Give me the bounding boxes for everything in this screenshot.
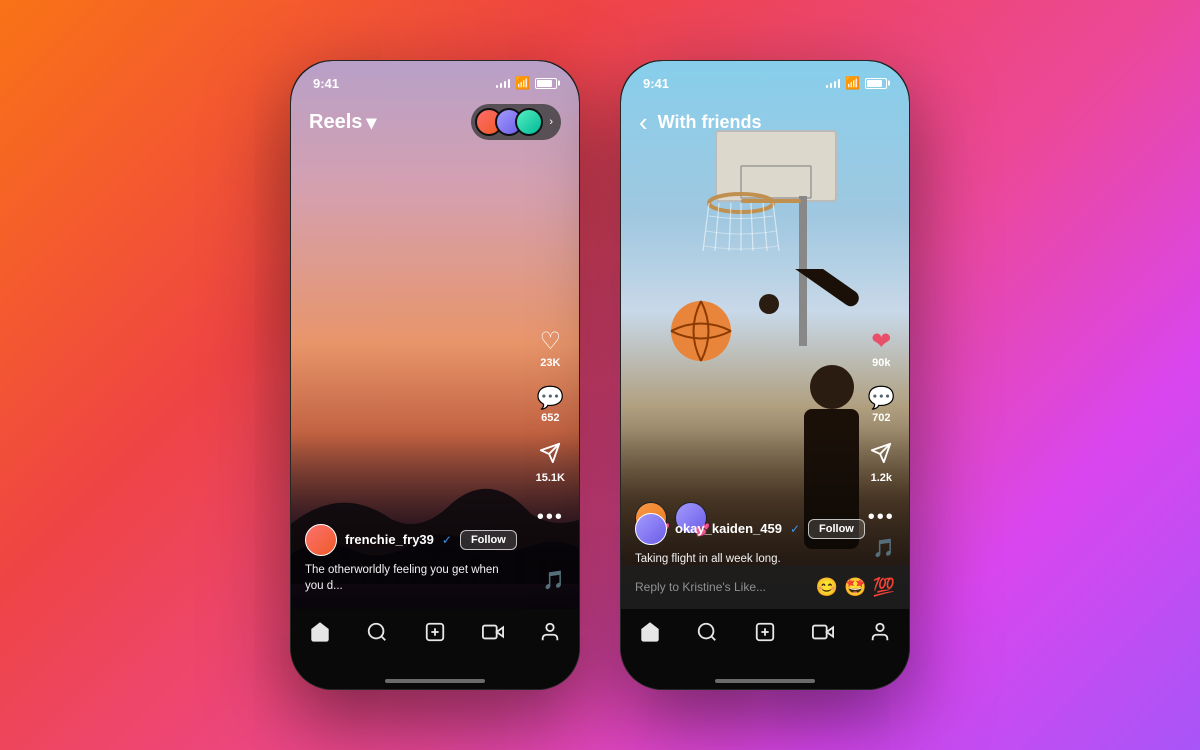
- verified-badge-1: ✓: [442, 533, 452, 547]
- share-action-2[interactable]: 1.2k: [870, 442, 892, 484]
- comment-count-1: 652: [541, 412, 559, 424]
- bottom-nav-1: [291, 609, 579, 689]
- more-dots-icon-2: •••: [868, 506, 895, 529]
- status-time-1: 9:41: [313, 76, 339, 91]
- share-count-2: 1.2k: [871, 472, 892, 484]
- nav-profile-1[interactable]: [539, 621, 561, 643]
- more-action-1[interactable]: •••: [537, 502, 564, 529]
- caption-1: The otherworldly feeling you get when yo…: [305, 562, 519, 594]
- comment-icon-2: 💬: [868, 387, 895, 409]
- follow-button-2[interactable]: Follow: [808, 519, 865, 539]
- username-2[interactable]: okay_kaiden_459: [675, 521, 782, 536]
- back-button[interactable]: ‹: [639, 107, 648, 138]
- like-action-1[interactable]: ♡ 23K: [540, 330, 562, 369]
- like-action-2[interactable]: ❤ 90k: [871, 330, 891, 369]
- top-nav-1: Reels ▾ ›: [291, 97, 579, 147]
- like-count-2: 90k: [872, 357, 890, 369]
- status-bar-2: 9:41 📶: [621, 61, 909, 97]
- heart-icon-2: ❤: [871, 330, 891, 354]
- share-action-1[interactable]: 15.1K: [536, 442, 565, 484]
- phone-2: 9:41 📶 ‹ With friends: [620, 60, 910, 690]
- reels-title[interactable]: Reels ▾: [309, 110, 376, 135]
- share-icon-2: [870, 442, 892, 469]
- nav-reels-1[interactable]: [482, 621, 504, 643]
- music-icon-2: 🎵: [873, 538, 895, 559]
- username-1[interactable]: frenchie_fry39: [345, 532, 434, 547]
- signal-icon-2: [826, 78, 841, 88]
- bottom-info-1: frenchie_fry39 ✓ Follow The otherworldly…: [305, 524, 519, 594]
- user-avatar-1: [305, 524, 337, 556]
- comment-action-1[interactable]: 💬 652: [537, 387, 564, 424]
- share-icon-1: [539, 442, 561, 469]
- follow-button-1[interactable]: Follow: [460, 530, 517, 550]
- reels-chevron-icon: ▾: [366, 110, 376, 135]
- nav-home-1[interactable]: [309, 621, 331, 643]
- nav-home-2[interactable]: [639, 621, 661, 643]
- status-icons-1: 📶: [496, 76, 557, 90]
- friend-group-chevron-icon: ›: [549, 116, 553, 128]
- nav-search-2[interactable]: [696, 621, 718, 643]
- phone-1: 9:41 📶 Reels ▾: [290, 60, 580, 690]
- top-nav-2: ‹ With friends: [621, 97, 909, 147]
- nav-reels-2[interactable]: [812, 621, 834, 643]
- friend-group-btn[interactable]: ›: [471, 104, 561, 140]
- right-actions-2: ❤ 90k 💬 702 1.2k •••: [868, 330, 895, 529]
- nav-search-1[interactable]: [366, 621, 388, 643]
- more-action-2[interactable]: •••: [868, 502, 895, 529]
- user-row-1: frenchie_fry39 ✓ Follow: [305, 524, 519, 556]
- friend-avatar-3: [515, 108, 543, 136]
- comment-action-2[interactable]: 💬 702: [868, 387, 895, 424]
- reply-emojis: 😊 🤩 💯: [816, 577, 895, 598]
- home-indicator-2: [715, 679, 815, 683]
- wifi-icon-2: 📶: [845, 76, 860, 90]
- nav-add-1[interactable]: [424, 621, 446, 643]
- heart-icon-1: ♡: [540, 330, 562, 354]
- with-friends-title: With friends: [658, 112, 762, 133]
- user-avatar-2: [635, 513, 667, 545]
- like-count-1: 23K: [540, 357, 560, 369]
- signal-icon-1: [496, 78, 511, 88]
- wifi-icon-1: 📶: [515, 76, 530, 90]
- bottom-info-2: okay_kaiden_459 ✓ Follow Taking flight i…: [635, 513, 849, 567]
- reply-emoji-1[interactable]: 😊: [816, 577, 838, 598]
- reels-label: Reels: [309, 111, 362, 134]
- battery-icon-2: [865, 78, 887, 89]
- reply-emoji-3[interactable]: 💯: [873, 577, 895, 598]
- reply-bar[interactable]: Reply to Kristine's Like... 😊 🤩 💯: [621, 565, 909, 609]
- music-icon-1: 🎵: [543, 570, 565, 591]
- user-row-2: okay_kaiden_459 ✓ Follow: [635, 513, 849, 545]
- reply-emoji-2[interactable]: 🤩: [844, 577, 866, 598]
- status-icons-2: 📶: [826, 76, 887, 90]
- more-dots-icon-1: •••: [537, 506, 564, 529]
- verified-badge-2: ✓: [790, 522, 800, 536]
- bottom-nav-2: [621, 609, 909, 689]
- reply-input[interactable]: Reply to Kristine's Like...: [635, 580, 806, 594]
- comment-count-2: 702: [872, 412, 890, 424]
- back-icon: ‹: [639, 107, 648, 138]
- home-indicator-1: [385, 679, 485, 683]
- nav-add-2[interactable]: [754, 621, 776, 643]
- nav-profile-2[interactable]: [869, 621, 891, 643]
- battery-icon-1: [535, 78, 557, 89]
- share-count-1: 15.1K: [536, 472, 565, 484]
- comment-icon-1: 💬: [537, 387, 564, 409]
- status-time-2: 9:41: [643, 76, 669, 91]
- right-actions-1: ♡ 23K 💬 652 15.1K •••: [536, 330, 565, 529]
- status-bar-1: 9:41 📶: [291, 61, 579, 97]
